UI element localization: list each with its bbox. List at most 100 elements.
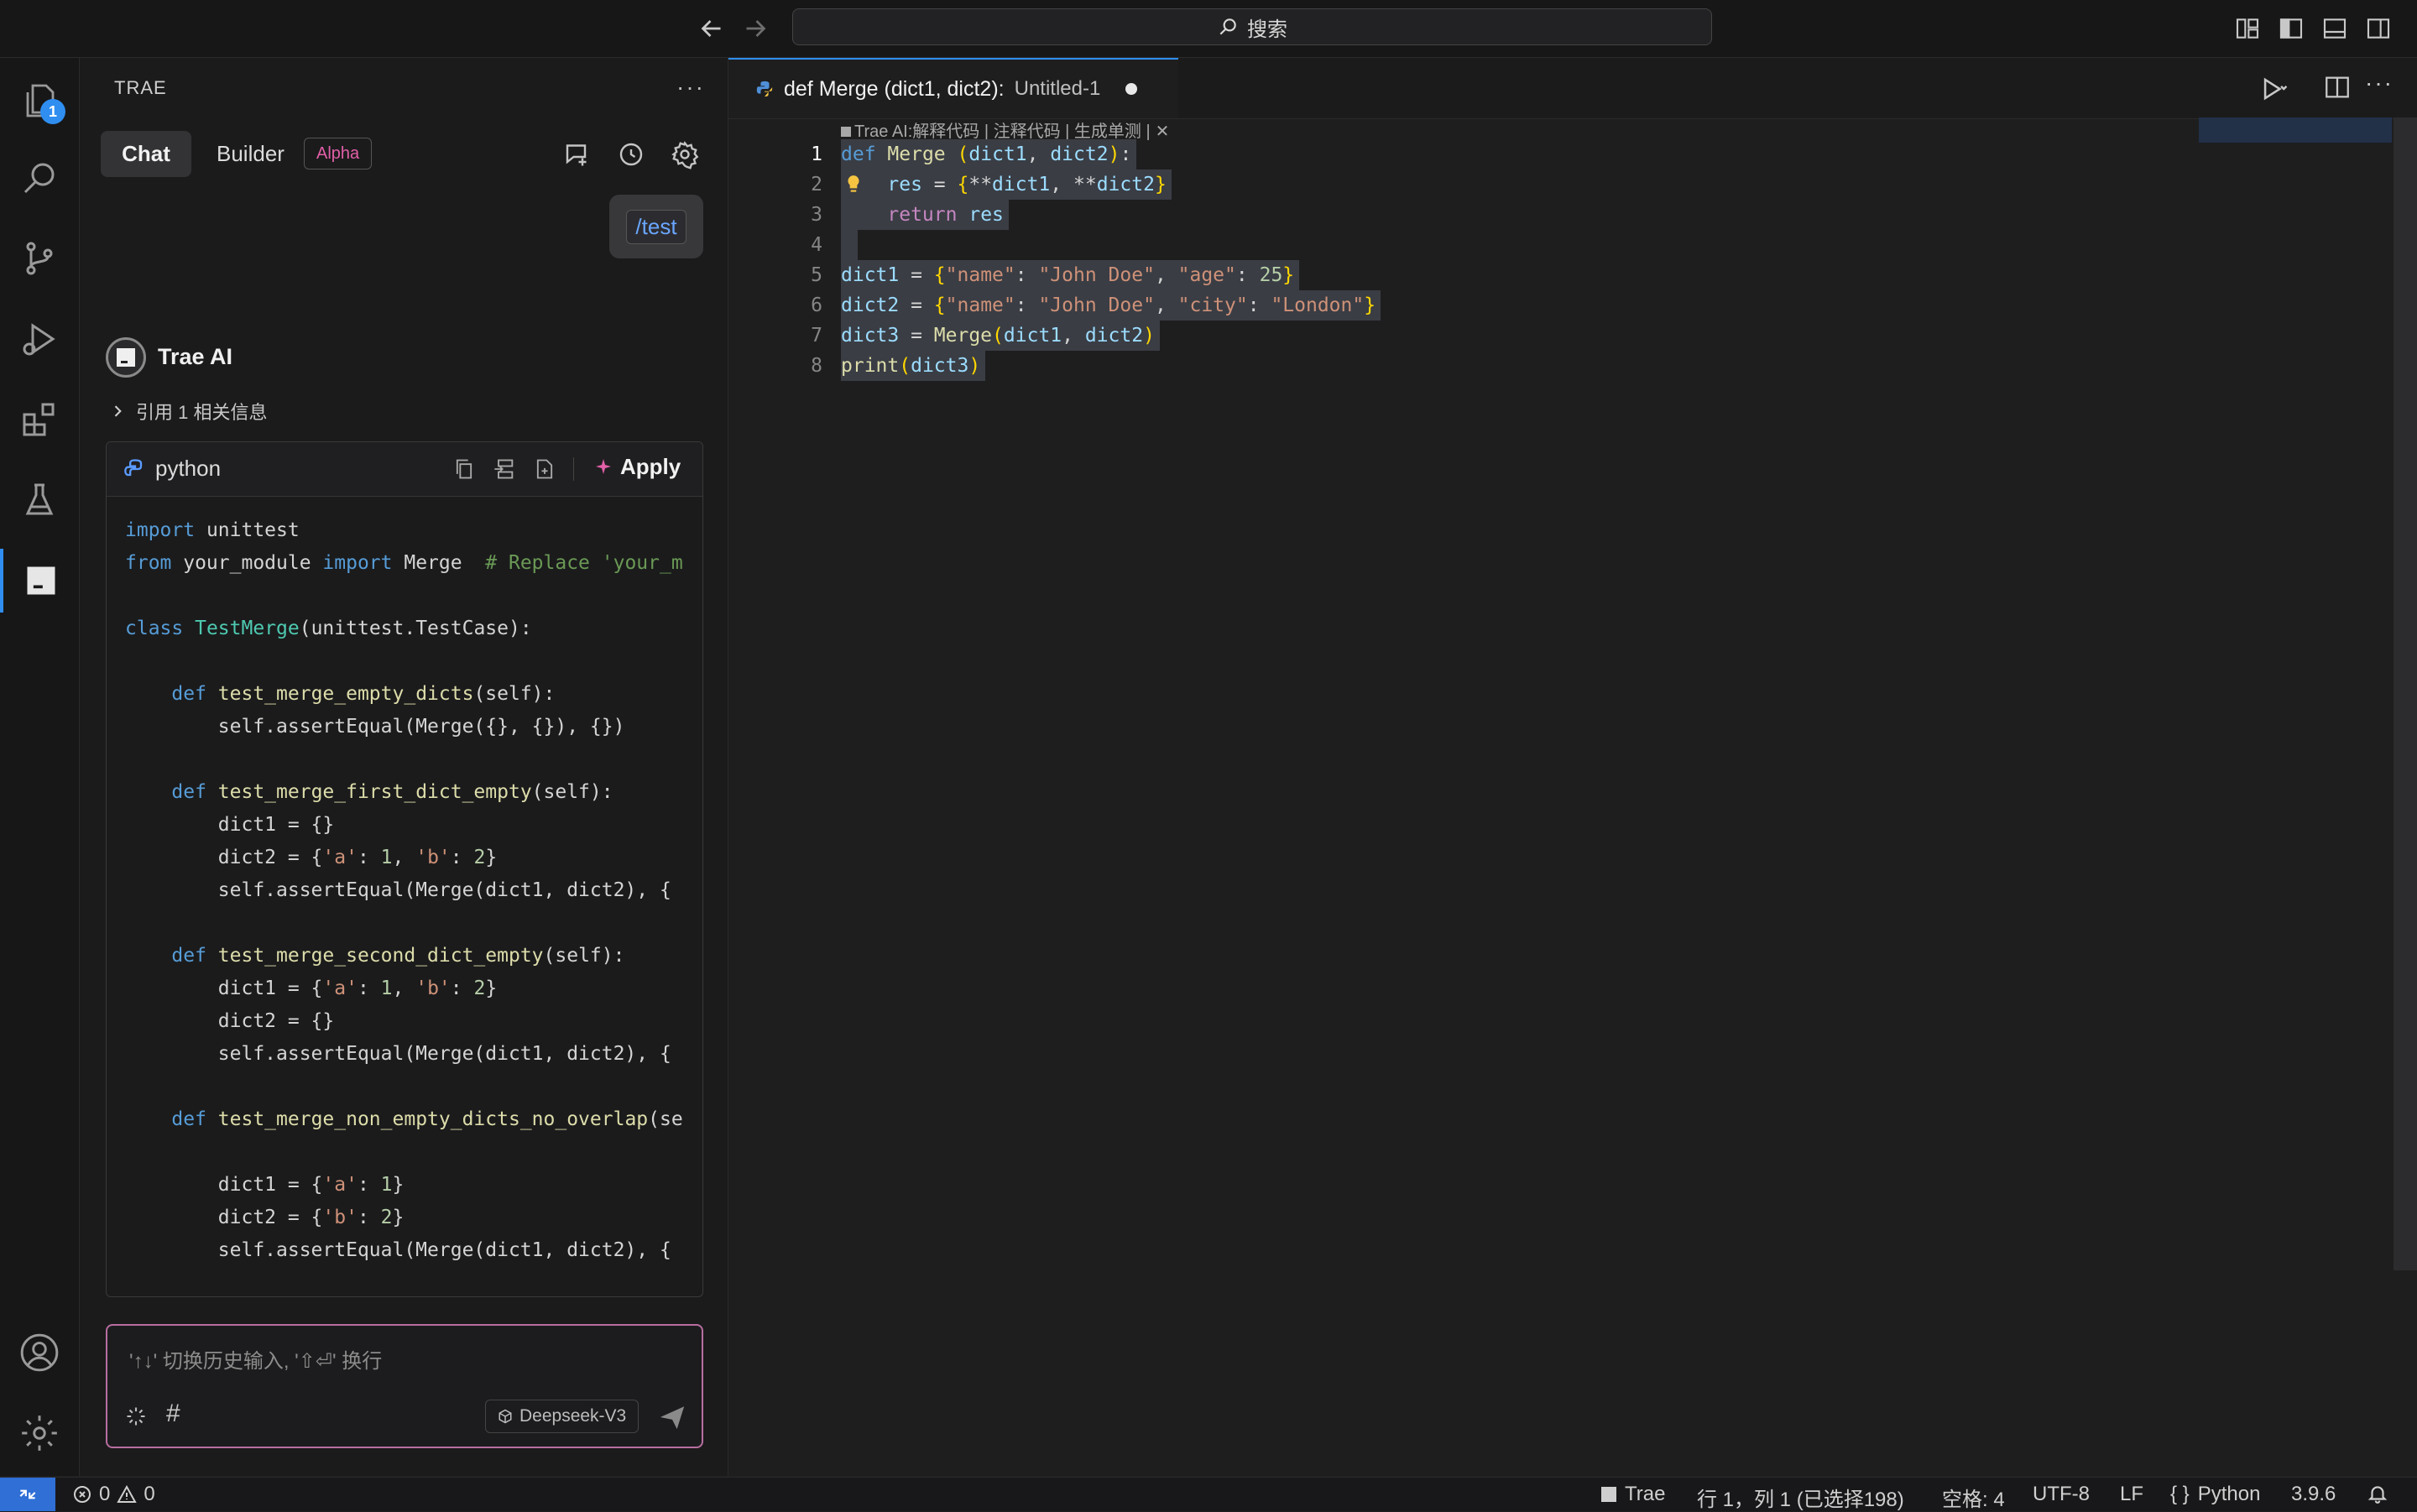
code-language-label: python xyxy=(155,456,222,481)
python-version[interactable]: 3.9.6 xyxy=(2291,1483,2336,1506)
ai-name: Trae AI xyxy=(158,344,233,369)
customize-layout-icon[interactable] xyxy=(2234,15,2261,42)
warning-count: 0 xyxy=(144,1483,155,1505)
account-label: Trae xyxy=(1625,1483,1666,1505)
minimap[interactable] xyxy=(2199,117,2392,143)
account-icon[interactable] xyxy=(0,1321,79,1384)
title-bar: 搜索 xyxy=(0,0,2417,58)
codelens-label[interactable]: Trae AI:解释代码 | 注释代码 | 生成单测 | xyxy=(854,123,1151,141)
language-mode[interactable]: { } Python xyxy=(2170,1483,2260,1506)
extensions-icon[interactable] xyxy=(0,388,79,451)
line-number: 3 xyxy=(811,204,822,226)
send-icon[interactable] xyxy=(658,1403,686,1431)
line-number: 8 xyxy=(811,355,822,377)
toggle-panel-icon[interactable] xyxy=(2321,15,2348,42)
line-number: 1 xyxy=(811,143,822,165)
problems-indicator[interactable]: 0 0 xyxy=(72,1483,155,1506)
explorer-badge: 1 xyxy=(40,99,65,124)
editor-tab-bar: def Merge (dict1, dict2): Untitled-1 ··· xyxy=(728,58,2417,119)
search-icon xyxy=(1217,16,1239,38)
trae-logo-icon xyxy=(841,127,851,137)
eol-setting[interactable]: LF xyxy=(2120,1483,2143,1506)
lightbulb-icon[interactable] xyxy=(843,173,864,196)
chat-input-placeholder[interactable]: '↑↓' 切换历史输入, '⇧⏎' 换行 xyxy=(129,1344,382,1374)
line-number: 4 xyxy=(811,234,822,256)
settings-gear-icon[interactable] xyxy=(0,1401,79,1465)
new-file-icon[interactable] xyxy=(533,457,558,482)
error-count: 0 xyxy=(99,1483,111,1505)
model-name: Deepseek-V3 xyxy=(519,1406,627,1426)
reference-label: 引用 1 相关信息 xyxy=(136,402,268,423)
status-bar: 0 0 Trae 行 1，列 1 (已选择198) 空格: 4 UTF-8 LF… xyxy=(0,1477,2417,1511)
code-block-header: python Apply xyxy=(107,442,702,497)
notifications-bell-icon[interactable] xyxy=(2367,1483,2388,1504)
copy-icon[interactable] xyxy=(452,457,478,482)
cube-icon xyxy=(498,1409,513,1424)
line-number-gutter: 1 2 3 4 5 6 7 8 xyxy=(772,139,822,381)
user-message-bubble: /test xyxy=(609,195,703,258)
trae-ai-avatar xyxy=(106,337,146,378)
editor-tab-untitled[interactable]: def Merge (dict1, dict2): Untitled-1 xyxy=(728,58,1178,118)
reference-toggle[interactable]: 引用 1 相关信息 xyxy=(109,398,267,425)
python-file-icon xyxy=(755,80,774,98)
tab-builder[interactable]: Builder xyxy=(217,131,285,177)
cursor-position[interactable]: 行 1，列 1 (已选择198) xyxy=(1697,1483,1904,1512)
code-block-card: python Apply import unittest from your_m… xyxy=(106,441,703,1297)
line-number: 7 xyxy=(811,325,822,347)
magic-wand-icon[interactable] xyxy=(124,1405,148,1428)
language-label: Python xyxy=(2197,1483,2261,1505)
model-selector[interactable]: Deepseek-V3 xyxy=(485,1400,639,1433)
sparkle-icon xyxy=(593,457,613,477)
toggle-primary-sidebar-icon[interactable] xyxy=(2278,15,2305,42)
tab-title: def Merge (dict1, dict2): xyxy=(784,76,1005,101)
tab-chat[interactable]: Chat xyxy=(101,131,191,177)
explorer-icon[interactable] xyxy=(0,69,79,133)
python-icon xyxy=(123,457,147,481)
braces-icon: { } xyxy=(2170,1483,2190,1505)
chevron-right-icon xyxy=(109,403,126,420)
remote-indicator-icon[interactable] xyxy=(0,1478,55,1511)
apply-button[interactable]: Apply xyxy=(593,454,681,480)
search-label: 搜索 xyxy=(1247,18,1287,41)
insert-code-icon[interactable] xyxy=(493,457,518,482)
toolbar-divider xyxy=(573,457,574,481)
forward-arrow-icon[interactable] xyxy=(740,13,770,44)
trae-status-icon xyxy=(1601,1487,1616,1502)
codelens-close-icon[interactable]: ✕ xyxy=(1156,123,1170,141)
apply-label: Apply xyxy=(620,454,681,479)
panel-title: TRAE xyxy=(114,77,167,98)
split-editor-icon[interactable] xyxy=(2323,73,2352,102)
account-status[interactable]: Trae xyxy=(1601,1483,1665,1506)
hash-context-button[interactable]: # xyxy=(166,1400,180,1428)
code-block-body: import unittest from your_module import … xyxy=(125,519,683,1261)
indentation-setting[interactable]: 空格: 4 xyxy=(1942,1483,2005,1512)
user-message-text: /test xyxy=(626,209,686,244)
line-number: 5 xyxy=(811,264,822,286)
back-arrow-icon[interactable] xyxy=(697,13,727,44)
alpha-badge: Alpha xyxy=(304,138,373,169)
source-control-icon[interactable] xyxy=(0,227,79,290)
tab-filename: Untitled-1 xyxy=(1014,77,1101,100)
codelens-actions[interactable]: Trae AI:解释代码 | 注释代码 | 生成单测 | ✕ xyxy=(841,117,1169,142)
error-icon xyxy=(72,1484,92,1504)
editor-code-area[interactable]: def Merge (dict1, dict2): res = {**dict1… xyxy=(841,139,1381,381)
unsaved-dot-icon[interactable] xyxy=(1125,83,1138,95)
new-chat-icon[interactable] xyxy=(562,139,593,169)
editor-more-icon[interactable]: ··· xyxy=(2365,70,2394,96)
toggle-secondary-sidebar-icon[interactable] xyxy=(2365,15,2392,42)
search-icon[interactable] xyxy=(0,146,79,210)
trae-ai-icon[interactable] xyxy=(0,549,79,613)
line-number: 6 xyxy=(811,295,822,316)
chat-input-box[interactable]: '↑↓' 切换历史输入, '⇧⏎' 换行 # Deepseek-V3 xyxy=(106,1324,703,1448)
run-debug-icon[interactable] xyxy=(0,307,79,371)
testing-flask-icon[interactable] xyxy=(0,468,79,532)
history-icon[interactable] xyxy=(616,139,646,169)
encoding-setting[interactable]: UTF-8 xyxy=(2033,1483,2090,1506)
panel-more-button[interactable]: ··· xyxy=(676,74,705,101)
command-search-bar[interactable]: 搜索 xyxy=(792,8,1712,45)
line-number: 2 xyxy=(811,174,822,196)
panel-settings-icon[interactable] xyxy=(670,139,700,169)
editor-scrollbar[interactable] xyxy=(2394,117,2417,1270)
warning-icon xyxy=(117,1484,138,1504)
run-icon[interactable] xyxy=(2256,73,2288,105)
